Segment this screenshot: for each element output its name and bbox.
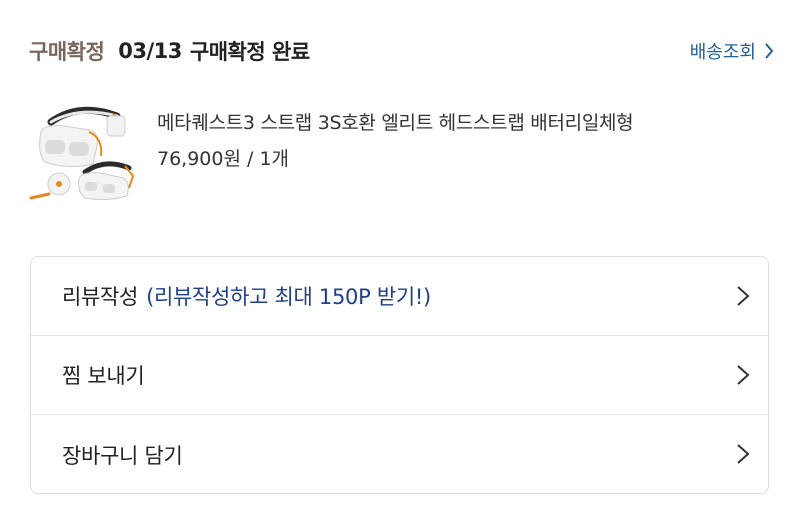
add-to-cart-row[interactable]: 장바구니 담기 (31, 415, 768, 493)
action-menu: 리뷰작성 (리뷰작성하고 최대 150P 받기!) 찜 보내기 장바구니 담기 (30, 256, 769, 494)
track-delivery-label: 배송조회 (689, 42, 756, 63)
add-to-cart-label: 장바구니 담기 (62, 443, 183, 468)
status-text: 구매확정 완료 (189, 40, 310, 64)
product-thumbnail[interactable] (29, 102, 141, 210)
order-date: 03/13 (118, 39, 182, 63)
chevron-right-icon (737, 444, 750, 464)
product-summary: 메타퀘스트3 스트랩 3S호환 엘리트 헤드스트랩 배터리일체형 76,900원… (29, 102, 774, 212)
chevron-right-icon (737, 286, 750, 306)
track-delivery-link[interactable]: 배송조회 (690, 31, 774, 71)
send-wishlist-label: 찜 보내기 (62, 364, 145, 388)
write-review-label: 리뷰작성 (62, 285, 139, 309)
review-reward-note: (리뷰작성하고 최대 150P 받기!) (146, 285, 431, 309)
write-review-row[interactable]: 리뷰작성 (리뷰작성하고 최대 150P 받기!) (31, 257, 768, 336)
send-wishlist-row[interactable]: 찜 보내기 (31, 336, 768, 415)
chevron-right-icon (737, 365, 750, 385)
status-label: 구매확정 (29, 40, 105, 64)
product-name[interactable]: 메타퀘스트3 스트랩 3S호환 엘리트 헤드스트랩 배터리일체형 (157, 108, 634, 135)
order-header: 구매확정 03/13 구매확정 완료 배송조회 (29, 31, 774, 71)
product-price-quantity: 76,900원 / 1개 (157, 148, 290, 170)
chevron-right-icon (765, 43, 774, 59)
